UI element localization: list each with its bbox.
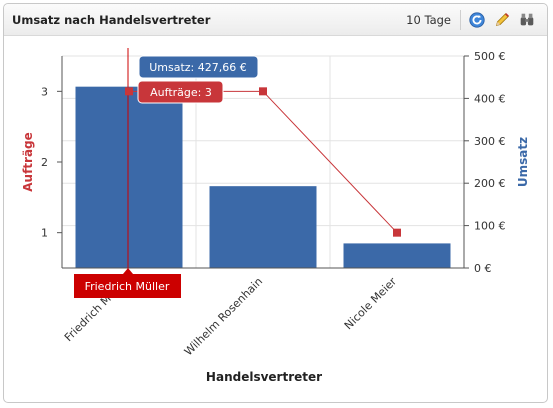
left-tick-label: 3	[41, 85, 48, 98]
point-auftraege	[393, 228, 401, 237]
left-tick-label: 2	[41, 156, 48, 169]
tooltip-auftraege-text: Aufträge: 3	[150, 86, 212, 99]
crosshair-label-pointer	[123, 268, 133, 274]
bar-umsatz	[75, 86, 183, 269]
tooltip-umsatz-text: Umsatz: 427,66 €	[149, 61, 247, 74]
category-label: Nicole Meier	[342, 275, 400, 333]
right-tick-label: 500 €	[474, 50, 506, 63]
right-tick-label: 400 €	[474, 92, 506, 105]
right-tick-label: 0 €	[474, 262, 492, 275]
right-axis-title: Umsatz	[516, 137, 530, 187]
category-label: Wilhelm Rosenhain	[182, 275, 265, 358]
right-tick-label: 100 €	[474, 220, 506, 233]
right-tick-label: 200 €	[474, 177, 506, 190]
sales-chart: 1 2 3 0 € 100 € 200 € 300 € 400 € 500 € Friedrich…	[21, 48, 530, 384]
point-auftraege	[259, 87, 267, 96]
point-auftraege	[125, 87, 133, 96]
bar-umsatz	[209, 186, 317, 268]
x-axis-title: Handelsvertreter	[206, 370, 322, 384]
left-axis-title: Aufträge	[21, 132, 35, 192]
right-tick-label: 300 €	[474, 135, 506, 148]
bar-umsatz	[343, 243, 451, 268]
crosshair-label-text: Friedrich Müller	[85, 280, 170, 293]
left-tick-label: 1	[41, 227, 48, 240]
